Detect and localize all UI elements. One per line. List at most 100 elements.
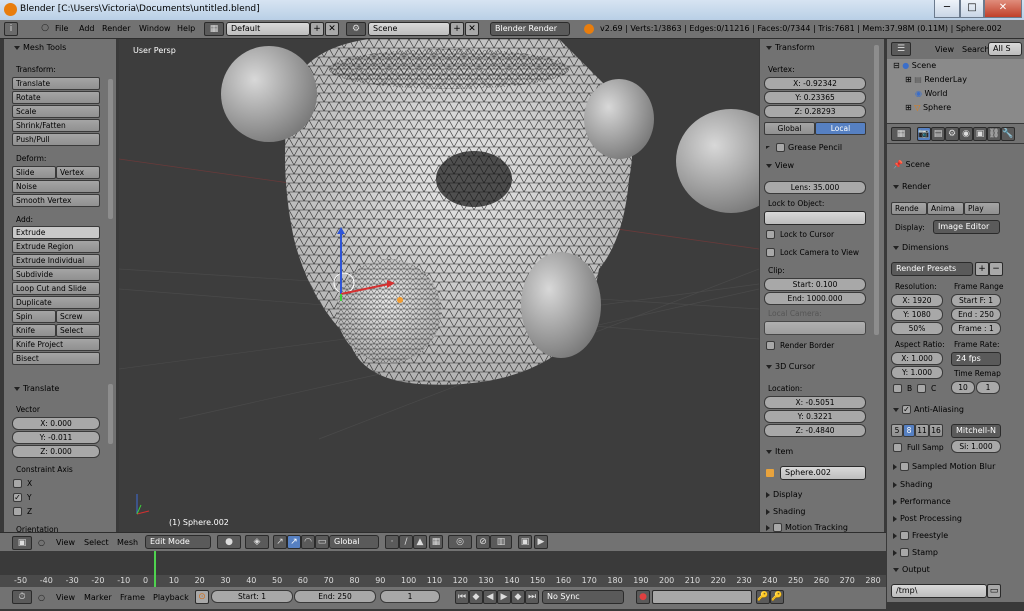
render-animation-button[interactable]: Anima [927, 202, 964, 215]
collapse-viewport-menu-icon[interactable]: ○ [38, 538, 45, 547]
performance-header[interactable]: Performance [893, 497, 951, 506]
menu-add[interactable]: Add [79, 24, 95, 33]
stamp-checkbox[interactable] [900, 548, 909, 557]
slide-edge-button[interactable]: Slide Edge [12, 166, 56, 188]
grease-pencil-header[interactable]: Grease Pencil [766, 143, 842, 152]
object-tab-icon[interactable]: ▣ [973, 127, 987, 141]
timeline-start-field[interactable]: Start: 1 [211, 590, 293, 603]
add-scene-icon[interactable]: + [450, 22, 464, 36]
scene-tree-item[interactable]: ⊟ ● Scene [893, 61, 936, 70]
freestyle-header[interactable]: Freestyle [893, 531, 948, 540]
aa-5-button[interactable]: 5 [891, 424, 903, 437]
remap-old-field[interactable]: 10 [951, 381, 975, 394]
post-processing-header[interactable]: Post Processing [893, 514, 962, 523]
crop-checkbox[interactable] [917, 384, 926, 393]
constraint-x-checkbox[interactable] [13, 479, 22, 488]
item-name-field[interactable]: Sphere.002 [780, 466, 866, 480]
outliner-editor-icon[interactable]: ☰ [891, 42, 911, 56]
edge-select-icon[interactable]: / [399, 535, 413, 549]
maximize-button[interactable]: □ [960, 0, 984, 18]
subdivide-button[interactable]: Subdivide [12, 268, 100, 281]
motion-tracking-checkbox[interactable] [773, 523, 782, 532]
output-path-field[interactable]: /tmp\ [891, 584, 987, 598]
pin-icon[interactable]: 📌 [893, 160, 903, 169]
timeline-track[interactable] [0, 551, 886, 576]
proportional-edit-icon[interactable]: ◎ [448, 535, 472, 549]
close-button[interactable]: ✕ [984, 0, 1022, 18]
vector-z-field[interactable]: Z: 0.000 [12, 445, 100, 458]
grease-pencil-checkbox[interactable] [776, 143, 785, 152]
props-editor-icon[interactable]: ▦ [891, 127, 911, 141]
aa-16-button[interactable]: 16 [929, 424, 943, 437]
knife-project-button[interactable]: Knife Project [12, 338, 100, 351]
jump-keyframe-forward-icon[interactable]: ◆ [511, 590, 525, 604]
rotate-button[interactable]: Rotate [12, 91, 100, 104]
editor-type-icon[interactable]: i [4, 22, 18, 36]
record-keyframe-icon[interactable]: ● [636, 590, 650, 604]
3d-cursor-header[interactable]: 3D Cursor [766, 362, 815, 371]
world-tree-item[interactable]: ◉ World [915, 89, 947, 98]
outliner-search-menu[interactable]: Search [962, 45, 989, 54]
scale-manipulator-icon[interactable]: ▭ [315, 535, 329, 549]
resolution-percent-field[interactable]: 50% [891, 322, 943, 335]
vertex-z-field[interactable]: Z: 0.28293 [764, 105, 866, 118]
lock-camera-checkbox[interactable] [766, 248, 775, 257]
scene-field[interactable]: Scene [368, 22, 450, 36]
scene-tab-icon[interactable]: ⚙ [945, 127, 959, 141]
frame-step-field[interactable]: Frame : 1 [951, 322, 1001, 335]
remap-new-field[interactable]: 1 [976, 381, 1000, 394]
vertex-slide-button[interactable]: Vertex [56, 166, 100, 179]
clip-start-field[interactable]: Start: 0.100 [764, 278, 866, 291]
add-preset-icon[interactable]: + [975, 262, 989, 276]
sync-mode-select[interactable]: No Sync [542, 590, 624, 604]
outliner-display-select[interactable]: All S [988, 42, 1022, 56]
manipulator-toggle-icon[interactable]: ↗ [273, 535, 287, 549]
aa-11-button[interactable]: 11 [915, 424, 929, 437]
face-select-icon[interactable]: ▲ [413, 535, 427, 549]
collapse-menu-icon[interactable]: ○ [38, 22, 52, 36]
display-panel-header[interactable]: Display [766, 490, 803, 499]
constraint-z-checkbox[interactable] [13, 507, 22, 516]
render-border-checkbox[interactable] [766, 341, 775, 350]
rotate-manipulator-icon[interactable]: ◠ [301, 535, 315, 549]
clip-end-field[interactable]: End: 1000.000 [764, 292, 866, 305]
world-tab-icon[interactable]: ◉ [959, 127, 973, 141]
render-tab-icon[interactable]: 📷 [917, 127, 931, 141]
aspect-y-field[interactable]: Y: 1.000 [891, 366, 943, 379]
push-pull-button[interactable]: Push/Pull [12, 133, 100, 146]
sphere-tree-item[interactable]: ⊞ ▽ Sphere [905, 103, 951, 112]
minimize-button[interactable]: ─ [934, 0, 960, 18]
layers-tab-icon[interactable]: ▤ [931, 127, 945, 141]
output-header[interactable]: Output [893, 565, 930, 574]
border-checkbox[interactable] [893, 384, 902, 393]
render-presets-select[interactable]: Render Presets [891, 262, 973, 276]
keying-set-field[interactable] [652, 590, 752, 604]
pivot-point-icon[interactable]: ◈ [245, 535, 269, 549]
vector-x-field[interactable]: X: 0.000 [12, 417, 100, 430]
jump-keyframe-back-icon[interactable]: ◆ [469, 590, 483, 604]
aa-filter-select[interactable]: Mitchell-N [951, 424, 1001, 438]
translate-button[interactable]: Translate [12, 77, 100, 90]
scene-icon[interactable]: ⚙ [346, 22, 366, 36]
remove-preset-icon[interactable]: − [989, 262, 1003, 276]
extrude-individual-button[interactable]: Extrude Individual [12, 254, 100, 267]
play-reverse-icon[interactable]: ◀ [483, 590, 497, 604]
menu-help[interactable]: Help [177, 24, 195, 33]
cursor-y-field[interactable]: Y: 0.3221 [764, 410, 866, 423]
3d-viewport[interactable]: User Persp (1) Sphere.002 [119, 39, 759, 532]
translate-manipulator-icon[interactable]: ↗ [287, 535, 301, 549]
bisect-button[interactable]: Bisect [12, 352, 100, 365]
modifiers-tab-icon[interactable]: 🔧 [1001, 127, 1015, 141]
motion-blur-header[interactable]: Sampled Motion Blur [893, 462, 995, 471]
item-panel-header[interactable]: Item [766, 447, 793, 456]
mesh-tools-header[interactable]: Mesh Tools [14, 43, 66, 52]
timeline[interactable]: -50 -40 -30 -20 -10 0 10 20 30 40 50 60 70 80 90 100 110… [0, 551, 886, 587]
render-panel-header[interactable]: Render [893, 182, 930, 191]
vector-y-field[interactable]: Y: -0.011 [12, 431, 100, 444]
folder-icon[interactable]: ▭ [987, 584, 1001, 598]
anti-aliasing-header[interactable]: ✓ Anti-Aliasing [893, 405, 964, 414]
delete-keyframe-icon[interactable]: 🔑 [770, 590, 784, 604]
timeline-marker-menu[interactable]: Marker [84, 593, 112, 602]
outliner-view-menu[interactable]: View [935, 45, 954, 54]
renderlayers-tree-item[interactable]: ⊞ ▤ RenderLay [905, 75, 967, 84]
